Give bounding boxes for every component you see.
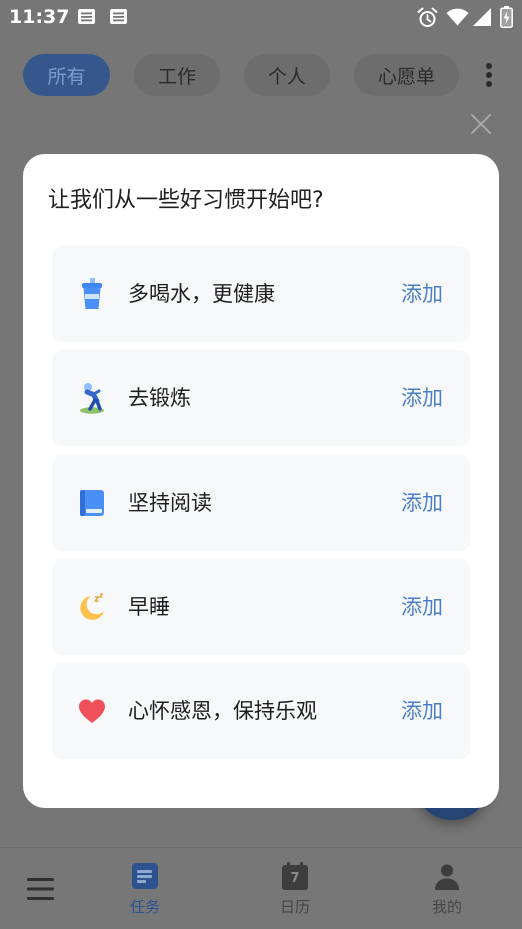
habit-label: 心怀感恩，保持乐观 xyxy=(128,699,317,723)
book-icon xyxy=(78,487,106,519)
dialog-title: 让我们从一些好习惯开始吧? xyxy=(48,188,324,213)
status-bar: 11:37 xyxy=(0,0,522,36)
habit-label: 坚持阅读 xyxy=(128,491,212,515)
habit-card-reading: 坚持阅读 添加 xyxy=(52,455,470,551)
habit-suggestion-dialog: 让我们从一些好习惯开始吧? 多喝水，更健康 添加 去锻炼 添加 坚持阅读 添加 … xyxy=(23,154,499,808)
add-habit-button[interactable]: 添加 xyxy=(401,663,443,759)
wifi-icon xyxy=(446,8,469,26)
habit-label: 去锻炼 xyxy=(128,386,191,410)
add-habit-button[interactable]: 添加 xyxy=(401,350,443,446)
add-habit-button[interactable]: 添加 xyxy=(401,559,443,655)
alarm-icon xyxy=(417,7,438,28)
add-habit-button[interactable]: 添加 xyxy=(401,455,443,551)
habit-card-drink-water: 多喝水，更健康 添加 xyxy=(52,246,470,342)
habit-label: 多喝水，更健康 xyxy=(128,282,275,306)
habit-label: 早睡 xyxy=(128,595,170,619)
exercise-icon xyxy=(78,382,106,414)
moon-sleep-icon xyxy=(78,591,106,623)
water-cup-icon xyxy=(78,278,106,310)
status-time: 11:37 xyxy=(9,6,70,28)
signal-icon xyxy=(473,8,491,26)
notes-icon xyxy=(78,9,95,25)
habit-card-sleep-early: 早睡 添加 xyxy=(52,559,470,655)
add-habit-button[interactable]: 添加 xyxy=(401,246,443,342)
close-icon[interactable] xyxy=(470,113,492,135)
habit-card-gratitude: 心怀感恩，保持乐观 添加 xyxy=(52,663,470,759)
battery-charging-icon xyxy=(500,6,513,28)
heart-icon xyxy=(78,695,106,727)
notes-icon xyxy=(110,9,127,25)
habit-card-exercise: 去锻炼 添加 xyxy=(52,350,470,446)
